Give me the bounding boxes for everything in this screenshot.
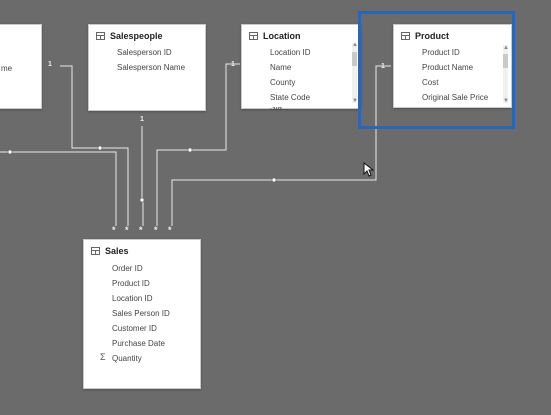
table-card-sales[interactable]: Sales Order ID Product ID Location ID Sa… bbox=[83, 239, 201, 389]
table-icon bbox=[96, 32, 105, 40]
cardinality-one-label: 1 bbox=[231, 61, 235, 68]
mouse-cursor-icon bbox=[363, 162, 374, 177]
table-card-location[interactable]: Location Location ID Name County State C… bbox=[241, 24, 361, 110]
table-icon bbox=[91, 247, 100, 255]
cardinality-one-label: 1 bbox=[381, 63, 385, 70]
table-field[interactable]: Location ID bbox=[112, 294, 152, 303]
table-field[interactable]: Salesperson ID bbox=[117, 48, 172, 57]
table-scrollbar[interactable] bbox=[352, 43, 357, 103]
table-field[interactable]: Customer ID bbox=[112, 324, 157, 333]
table-field[interactable]: State Code bbox=[270, 93, 310, 102]
table-field[interactable]: Name bbox=[270, 63, 291, 72]
selection-highlight bbox=[358, 11, 515, 129]
relationship-handle-product bbox=[271, 177, 277, 183]
table-header[interactable]: Location bbox=[242, 25, 360, 47]
table-header[interactable]: Sales bbox=[84, 240, 200, 262]
relationship-handle-salespeople-2 bbox=[139, 197, 145, 203]
table-field[interactable]: Purchase Date bbox=[112, 339, 165, 348]
table-title: Sales bbox=[105, 246, 129, 256]
table-field[interactable]: Product ID bbox=[112, 279, 150, 288]
table-field[interactable]: Salesperson Name bbox=[117, 63, 185, 72]
table-field[interactable]: County bbox=[270, 78, 295, 87]
table-header[interactable]: Salespeople bbox=[89, 25, 205, 47]
cardinality-many-label: * bbox=[139, 225, 143, 235]
cardinality-one-label: 1 bbox=[140, 116, 144, 123]
cardinality-many-label: * bbox=[125, 225, 129, 235]
cardinality-one-label: 1 bbox=[48, 61, 52, 68]
cardinality-many-label: * bbox=[154, 225, 158, 235]
scrollbar-thumb[interactable] bbox=[352, 52, 357, 66]
relationship-line-salespeople-2 bbox=[141, 126, 144, 226]
table-field[interactable]: Sta... bbox=[270, 107, 289, 110]
sigma-icon: Σ bbox=[100, 352, 106, 362]
table-field[interactable]: Order ID bbox=[112, 264, 143, 273]
table-field[interactable]: me bbox=[1, 64, 12, 73]
relationship-line-left bbox=[0, 151, 117, 226]
relationship-handle-location bbox=[187, 147, 193, 153]
table-field-measure[interactable]: Quantity bbox=[112, 354, 142, 363]
cardinality-many-label: * bbox=[168, 225, 172, 235]
table-card-partial-left[interactable]: me bbox=[0, 24, 42, 109]
relationship-handle-salespeople bbox=[97, 145, 103, 151]
table-card-salespeople[interactable]: Salespeople Salesperson ID Salesperson N… bbox=[88, 24, 206, 111]
table-title: Salespeople bbox=[110, 31, 163, 41]
table-icon bbox=[249, 32, 258, 40]
table-field[interactable]: Location ID bbox=[270, 48, 310, 57]
table-field[interactable]: Sales Person ID bbox=[112, 309, 170, 318]
relationship-handle-left bbox=[7, 149, 13, 155]
model-canvas[interactable]: me Salespeople Salesperson ID Salesperso… bbox=[0, 0, 551, 415]
cardinality-many-label: * bbox=[112, 225, 116, 235]
table-title: Location bbox=[263, 31, 301, 41]
